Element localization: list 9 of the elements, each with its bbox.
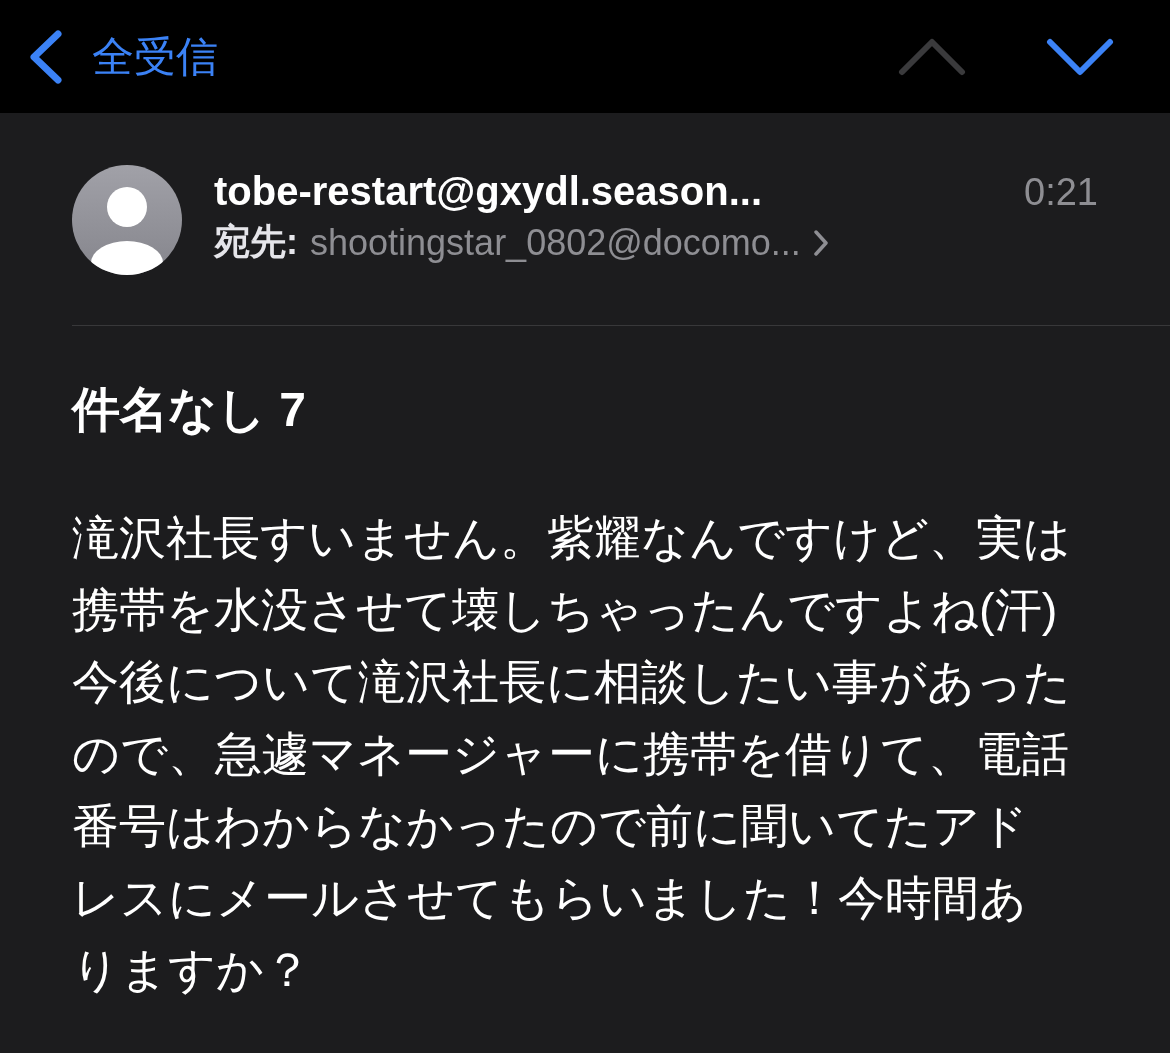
time-text: 0:21 [1024,171,1098,214]
sender-address: tobe-restart@gxydl.season... [214,169,763,214]
recipient-address[interactable]: shootingstar_0802@docomo... [310,221,801,264]
avatar-icon [72,165,182,275]
back-button[interactable]: 全受信 [26,28,218,85]
message-body: 滝沢社長すいません。紫耀なんですけど、実は携帯を水没させて壊しちゃったんですよね(汗)今後について滝沢社長に相談したい事があったので、急遽マネージャーに携帯を借りて、電話番号はわからなかったので前に聞いてたアドレスにメールさせてもらいました！今時間ありますか？ [72,510,1072,998]
subject-title: 件名なし 7 [72,382,308,438]
chevron-right-icon [812,228,829,257]
to-label: 宛先: [214,220,298,264]
